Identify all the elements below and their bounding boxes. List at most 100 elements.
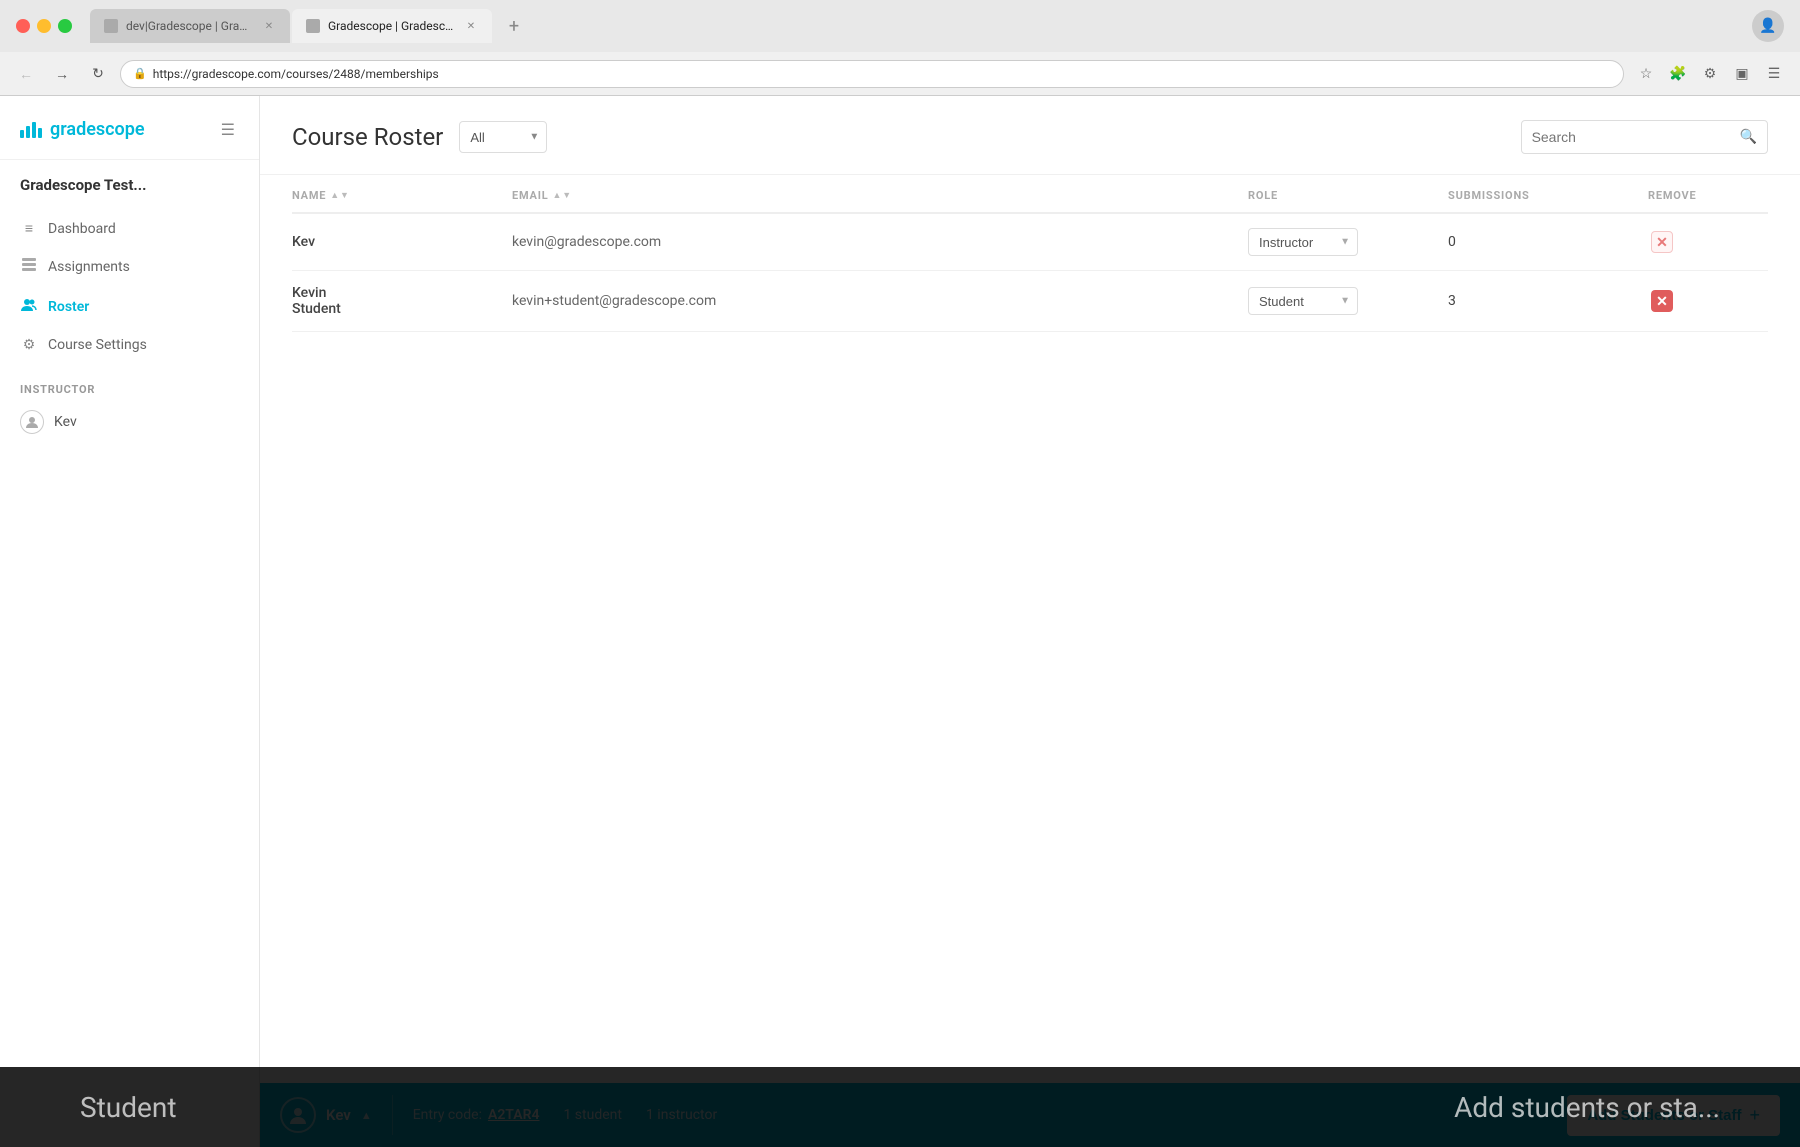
- roster-table: NAME ▲▼ EMAIL ▲▼ ROLE SUBMISSIONS REMOVE: [260, 175, 1800, 1083]
- sidebar-item-course-settings[interactable]: ⚙ Course Settings: [0, 327, 259, 363]
- reload-button[interactable]: ↻: [84, 60, 112, 88]
- tab-favicon-active: [306, 19, 320, 33]
- tab-close-button[interactable]: ✕: [262, 19, 276, 33]
- row2-role-select[interactable]: Instructor Student TA Reader: [1248, 287, 1358, 315]
- browser-titlebar: dev|Gradescope | Grades... ✕ Gradescope …: [0, 0, 1800, 52]
- sidebar-item-dashboard-label: Dashboard: [48, 221, 116, 237]
- row1-role: Instructor Student TA Reader ▼: [1248, 228, 1448, 256]
- traffic-lights: [16, 19, 72, 33]
- sidebar: gradescope ☰ Gradescope Test... ≡ Dashbo…: [0, 96, 260, 1147]
- row1-submissions: 0: [1448, 234, 1648, 250]
- tab-close-active-button[interactable]: ✕: [464, 19, 478, 33]
- browser-tab-active[interactable]: Gradescope | Gradescope ✕: [292, 9, 492, 43]
- close-window-button[interactable]: [16, 19, 30, 33]
- toolbar-actions: ☆ 🧩 ⚙ ▣ ☰: [1632, 60, 1788, 88]
- main-content: Course Roster All Students Staff ▼ 🔍: [260, 96, 1800, 1147]
- filter-select-wrapper: All Students Staff ▼: [459, 121, 547, 153]
- table-row: Kev kevin@gradescope.com Instructor Stud…: [292, 214, 1768, 271]
- row1-role-select-wrapper: Instructor Student TA Reader ▼: [1248, 228, 1358, 256]
- page-title-area: Course Roster All Students Staff ▼: [292, 121, 547, 153]
- new-tab-button[interactable]: +: [494, 9, 534, 43]
- logo-icon: [20, 122, 42, 138]
- instructor-section-label: INSTRUCTOR: [0, 371, 259, 402]
- nav-section: ≡ Dashboard Assignments: [0, 202, 259, 371]
- sidebar-item-roster-label: Roster: [48, 299, 89, 315]
- th-submissions-label: SUBMISSIONS: [1448, 189, 1530, 202]
- course-name: Gradescope Test...: [0, 160, 259, 202]
- row2-email: kevin+student@gradescope.com: [512, 293, 1248, 309]
- minimize-window-button[interactable]: [37, 19, 51, 33]
- content-header: Course Roster All Students Staff ▼ 🔍: [260, 96, 1800, 175]
- url-text: https://gradescope.com/courses/2488/memb…: [153, 67, 439, 81]
- remove-icon-soft: ✕: [1651, 231, 1673, 253]
- course-settings-icon: ⚙: [20, 337, 38, 353]
- hint-left-text: Student: [80, 1091, 176, 1124]
- filter-select[interactable]: All Students Staff: [459, 121, 547, 153]
- tabs-bar: dev|Gradescope | Grades... ✕ Gradescope …: [90, 9, 1742, 43]
- address-bar[interactable]: 🔒 https://gradescope.com/courses/2488/me…: [120, 60, 1624, 88]
- logo-bar-1: [20, 130, 24, 138]
- forward-button[interactable]: →: [48, 60, 76, 88]
- bookmark-button[interactable]: ☆: [1632, 60, 1660, 88]
- sort-icon-name: ▲▼: [330, 190, 349, 201]
- row2-role-select-wrapper: Instructor Student TA Reader ▼: [1248, 287, 1358, 315]
- roster-icon: [20, 297, 38, 317]
- menu-toggle-button[interactable]: ☰: [217, 116, 239, 143]
- th-name-label: NAME: [292, 189, 326, 202]
- tab-favicon: [104, 19, 118, 33]
- row2-submissions: 3: [1448, 293, 1648, 309]
- lock-icon: 🔒: [133, 67, 147, 80]
- sidebar-item-dashboard[interactable]: ≡ Dashboard: [0, 210, 259, 247]
- row1-role-select[interactable]: Instructor Student TA Reader: [1248, 228, 1358, 256]
- logo-text: gradescope: [50, 119, 145, 140]
- th-role: ROLE: [1248, 189, 1448, 202]
- logo-bar-3: [32, 122, 36, 138]
- settings-button[interactable]: ⚙: [1696, 60, 1724, 88]
- app-window: gradescope ☰ Gradescope Test... ≡ Dashbo…: [0, 96, 1800, 1147]
- search-input[interactable]: [1532, 129, 1732, 145]
- profile-button[interactable]: 👤: [1752, 10, 1784, 42]
- instructor-item: Kev: [0, 402, 259, 442]
- logo-bar-4: [38, 128, 42, 138]
- assignments-icon: [20, 257, 38, 277]
- page-title: Course Roster: [292, 123, 443, 151]
- browser-toolbar: ← → ↻ 🔒 https://gradescope.com/courses/2…: [0, 52, 1800, 96]
- th-email[interactable]: EMAIL ▲▼: [512, 189, 1248, 202]
- browser-tab-inactive[interactable]: dev|Gradescope | Grades... ✕: [90, 9, 290, 43]
- cast-button[interactable]: ▣: [1728, 60, 1756, 88]
- table-row: KevinStudent kevin+student@gradescope.co…: [292, 271, 1768, 332]
- dashboard-icon: ≡: [20, 220, 38, 237]
- search-area: 🔍: [1521, 120, 1768, 154]
- row1-name: Kev: [292, 234, 512, 250]
- sidebar-item-assignments-label: Assignments: [48, 259, 130, 275]
- th-remove: REMOVE: [1648, 189, 1768, 202]
- search-icon[interactable]: 🔍: [1740, 129, 1757, 145]
- th-name[interactable]: NAME ▲▼: [292, 189, 512, 202]
- maximize-window-button[interactable]: [58, 19, 72, 33]
- remove-icon-hard: ✕: [1651, 290, 1673, 312]
- row1-email: kevin@gradescope.com: [512, 234, 1248, 250]
- browser-chrome: dev|Gradescope | Grades... ✕ Gradescope …: [0, 0, 1800, 96]
- instructor-avatar: [20, 410, 44, 434]
- row1-remove-button[interactable]: ✕: [1648, 228, 1676, 256]
- instructor-name: Kev: [54, 414, 77, 430]
- row2-role: Instructor Student TA Reader ▼: [1248, 287, 1448, 315]
- sidebar-item-course-settings-label: Course Settings: [48, 337, 147, 353]
- logo-area: gradescope: [20, 119, 145, 140]
- row2-remove-button[interactable]: ✕: [1648, 287, 1676, 315]
- sidebar-item-assignments[interactable]: Assignments: [0, 247, 259, 287]
- menu-button[interactable]: ☰: [1760, 60, 1788, 88]
- th-role-label: ROLE: [1248, 189, 1278, 202]
- sidebar-header: gradescope ☰: [0, 96, 259, 160]
- row2-name: KevinStudent: [292, 285, 512, 317]
- tab-title-active: Gradescope | Gradescope: [328, 19, 456, 33]
- sort-icon-email: ▲▼: [552, 190, 571, 201]
- row1-remove: ✕: [1648, 228, 1768, 256]
- back-button[interactable]: ←: [12, 60, 40, 88]
- th-remove-label: REMOVE: [1648, 189, 1697, 202]
- tab-title-inactive: dev|Gradescope | Grades...: [126, 19, 254, 33]
- sidebar-item-roster[interactable]: Roster: [0, 287, 259, 327]
- extensions-button[interactable]: 🧩: [1664, 60, 1692, 88]
- logo-bar-2: [26, 126, 30, 138]
- th-email-label: EMAIL: [512, 189, 548, 202]
